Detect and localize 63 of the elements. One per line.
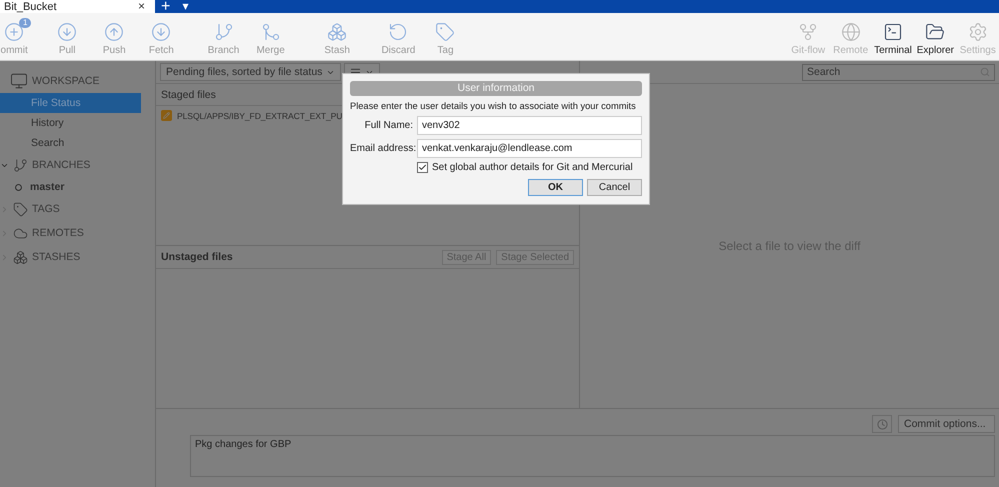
dialog-button[interactable]: Cancel — [587, 179, 642, 196]
file-filter-dropdown[interactable]: Pending files, sorted by file status — [160, 63, 342, 81]
merge-icon — [260, 22, 281, 42]
up-arrow-circle-icon — [104, 22, 124, 42]
dialog-prompt: Please enter the user details you wish to associate with your commits — [350, 100, 637, 112]
undo-icon — [388, 22, 408, 42]
clock-icon — [876, 418, 888, 430]
current-branch-icon — [15, 184, 22, 190]
toolbar-button[interactable]: Tag — [422, 18, 470, 56]
commit-options-dropdown[interactable]: Commit options... — [898, 415, 995, 433]
new-tab-button[interactable]: + — [155, 0, 176, 13]
sidebar-section[interactable]: STASHES — [0, 245, 155, 269]
count-badge: 1 — [19, 18, 32, 28]
toolbar-button[interactable]: Pull — [41, 18, 94, 56]
toolbar-button[interactable]: Branch — [195, 18, 252, 56]
checkbox[interactable] — [417, 162, 428, 173]
branch-icon — [13, 158, 28, 172]
down-arrow-circle-icon — [151, 22, 172, 42]
sidebar-item[interactable]: File Status — [0, 93, 141, 113]
section-title: Staged files — [161, 88, 216, 100]
sidebar-section[interactable]: WORKSPACE — [0, 69, 155, 93]
search-icon — [980, 67, 990, 77]
sidebar-item[interactable]: History — [0, 113, 141, 133]
sidebar-item[interactable]: Search — [0, 133, 141, 153]
globe-icon — [840, 22, 861, 42]
sidebar-section[interactable]: TAGS — [0, 197, 155, 221]
flow-icon — [798, 22, 818, 42]
toolbar-button[interactable]: 1 ommit — [0, 18, 28, 56]
sidebar-item[interactable]: master — [0, 177, 141, 197]
field-label: Email address: — [350, 143, 413, 154]
tab-title[interactable]: Bit_Bucket — [4, 0, 57, 12]
sidebar-section[interactable]: BRANCHES — [0, 153, 155, 177]
tag-icon — [13, 202, 28, 216]
toolbar-button[interactable]: Terminal — [872, 18, 914, 56]
toolbar-button[interactable]: Stash — [299, 18, 375, 56]
down-arrow-circle-icon — [57, 22, 78, 42]
field-label: Full Name: — [364, 120, 413, 131]
tag-icon — [435, 22, 456, 42]
folder-icon — [925, 22, 946, 42]
dialog-title: User information — [350, 81, 642, 96]
boxes-icon — [13, 250, 28, 264]
toolbar-button[interactable]: Explorer — [914, 18, 957, 56]
input-field[interactable]: venv302 — [417, 116, 642, 135]
toolbar-button[interactable]: Merge — [252, 18, 290, 56]
search-field[interactable]: Search — [802, 64, 995, 80]
monitor-icon — [10, 72, 28, 90]
branch-icon — [214, 22, 234, 42]
toolbar-button[interactable]: Push — [93, 18, 136, 56]
section-title: Unstaged files — [161, 251, 233, 263]
sidebar-section[interactable]: REMOTES — [0, 221, 155, 245]
dialog-button[interactable]: OK — [528, 179, 583, 196]
settings-icon — [968, 22, 988, 42]
boxes-icon — [327, 22, 348, 42]
terminal-icon — [883, 22, 903, 42]
toolbar-button[interactable]: Fetch — [135, 18, 188, 56]
commit-message-field[interactable]: Pkg changes for GBP — [190, 435, 995, 477]
plus-circle-icon — [4, 22, 24, 42]
tab-menu-button[interactable]: ▾ — [176, 0, 194, 13]
toolbar-button[interactable]: Discard — [374, 18, 422, 56]
checkbox-label: Set global author details for Git and Mercurial — [432, 162, 633, 173]
modified-file-icon — [161, 110, 172, 121]
close-button[interactable]: × — [132, 0, 151, 13]
input-field[interactable]: venkat.venkaraju@lendlease.com — [417, 139, 642, 158]
